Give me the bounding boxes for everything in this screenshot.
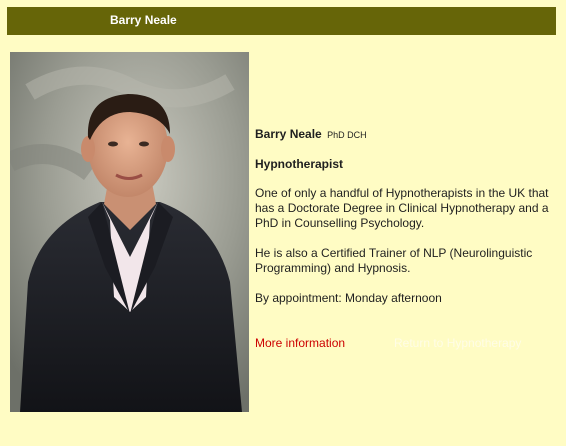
- links-row: More information Return to Hypnotherapy: [255, 336, 521, 350]
- name-line: Barry Neale PhD DCH: [255, 127, 555, 143]
- profile-credentials: PhD DCH: [327, 130, 367, 140]
- profile-photo: [10, 52, 249, 412]
- bio-paragraph-2: He is also a Certified Trainer of NLP (N…: [255, 246, 533, 275]
- page-title: Barry Neale: [110, 13, 177, 27]
- profile-info: Barry Neale PhD DCH Hypnotherapist One o…: [255, 127, 555, 321]
- profile-role: Hypnotherapist: [255, 157, 344, 171]
- return-to-hypnotherapy-link[interactable]: Return to Hypnotherapy: [394, 336, 521, 350]
- more-information-link[interactable]: More information: [255, 336, 345, 350]
- appointment-text: By appointment: Monday afternoon: [255, 291, 442, 305]
- header-bar: Barry Neale: [7, 7, 556, 35]
- profile-name: Barry Neale: [255, 127, 322, 141]
- bio-paragraph-1: One of only a handful of Hypnotherapists…: [255, 186, 549, 230]
